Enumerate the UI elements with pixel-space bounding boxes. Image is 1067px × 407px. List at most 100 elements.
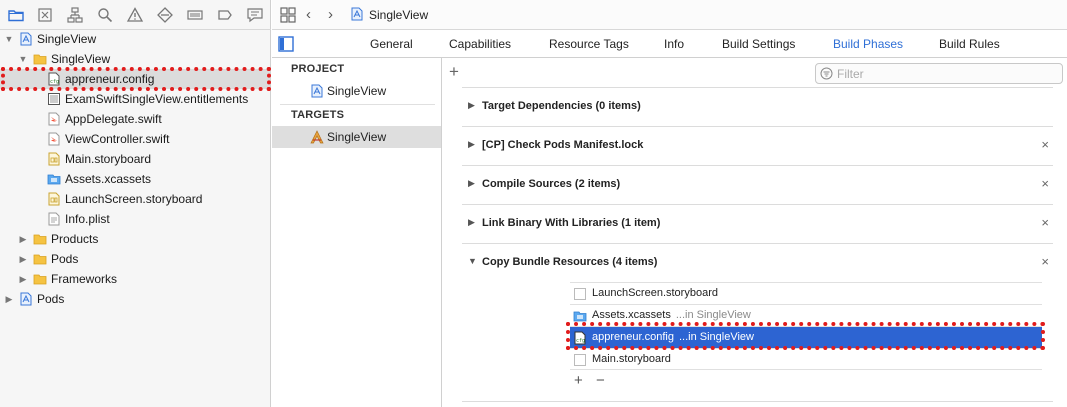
tree-item-label: AppDelegate.swift	[65, 112, 162, 126]
disclosure-collapsed-icon[interactable]: ▶	[468, 217, 475, 228]
tab-build-phases[interactable]: Build Phases	[833, 37, 903, 51]
tree-item-label: Pods	[51, 252, 79, 266]
add-resource-button[interactable]: +	[574, 372, 583, 389]
storyboard-icon	[47, 192, 61, 206]
disclosure-expanded-icon[interactable]: ▼	[18, 49, 28, 69]
project-item[interactable]: SingleView	[272, 80, 441, 102]
divider	[280, 104, 435, 105]
add-phase-button[interactable]: +	[449, 62, 459, 82]
navigator-toolbar	[0, 0, 271, 30]
resource-row[interactable]: cfg appreneur.config ...in SingleView	[570, 326, 1042, 348]
tab-info[interactable]: Info	[664, 37, 684, 51]
filter-input[interactable]: Filter	[815, 63, 1063, 84]
tree-item-group[interactable]: ▼ SingleView	[0, 49, 270, 69]
project-icon	[310, 84, 324, 98]
breakpoint-icon[interactable]	[216, 6, 234, 24]
jump-bar: ‹ › SingleView	[272, 0, 1067, 30]
phase-title: Copy Bundle Resources (4 items)	[482, 256, 658, 268]
phase-check-pods-manifest[interactable]: ▶ [CP] Check Pods Manifest.lock ×	[462, 126, 1053, 165]
divider	[462, 401, 1053, 402]
resource-name: Main.storyboard	[592, 353, 671, 365]
resource-name: LaunchScreen.storyboard	[592, 287, 718, 299]
disclosure-collapsed-icon[interactable]: ▶	[468, 139, 475, 150]
tree-item-label: LaunchScreen.storyboard	[65, 192, 203, 206]
sidebar-toggle-icon[interactable]	[278, 36, 294, 52]
target-item[interactable]: SingleView	[272, 126, 441, 148]
tree-item-label: SingleView	[51, 52, 111, 66]
disclosure-collapsed-icon[interactable]: ▶	[468, 178, 475, 189]
target-item-label: SingleView	[327, 130, 387, 144]
targets-list: PROJECT SingleView TARGETS SingleView	[272, 58, 442, 407]
tree-item-file[interactable]: ExamSwiftSingleView.entitlements	[0, 89, 270, 109]
disclosure-collapsed-icon[interactable]: ▶	[468, 100, 475, 111]
project-navigator: ▼ SingleView ▼ SingleView cfg appreneur.…	[0, 0, 271, 407]
disclosure-expanded-icon[interactable]: ▼	[468, 256, 477, 266]
tree-item-group[interactable]: ▶ Pods	[0, 249, 270, 269]
disclosure-expanded-icon[interactable]: ▼	[4, 29, 14, 49]
project-icon	[19, 32, 33, 46]
phase-title: [CP] Check Pods Manifest.lock	[482, 139, 644, 151]
tree-item-label: appreneur.config	[65, 72, 155, 86]
test-icon[interactable]	[156, 6, 174, 24]
tab-resource-tags[interactable]: Resource Tags	[549, 37, 629, 51]
disclosure-collapsed-icon[interactable]: ▶	[4, 289, 14, 309]
report-icon[interactable]	[246, 6, 264, 24]
phase-target-dependencies[interactable]: ▶ Target Dependencies (0 items)	[462, 87, 1053, 126]
entitlements-icon	[47, 92, 61, 106]
phase-title: Target Dependencies (0 items)	[482, 100, 641, 112]
folder-icon[interactable]	[7, 6, 25, 24]
grid-icon[interactable]	[280, 7, 296, 23]
filter-placeholder: Filter	[837, 67, 864, 81]
app-target-icon	[310, 130, 324, 144]
disclosure-collapsed-icon[interactable]: ▶	[18, 229, 28, 249]
remove-phase-button[interactable]: ×	[1041, 215, 1049, 230]
debug-icon[interactable]	[186, 6, 204, 24]
folder-icon	[33, 232, 47, 246]
tree-item-group[interactable]: ▶ Products	[0, 229, 270, 249]
tree-item-label: Products	[51, 232, 99, 246]
remove-resource-button[interactable]: −	[596, 372, 605, 389]
storyboard-icon	[47, 152, 61, 166]
targets-section-header: TARGETS	[291, 109, 345, 121]
remove-phase-button[interactable]: ×	[1041, 254, 1049, 269]
swift-icon	[47, 112, 61, 126]
phase-title: Link Binary With Libraries (1 item)	[482, 217, 661, 229]
tab-capabilities[interactable]: Capabilities	[449, 37, 511, 51]
disclosure-collapsed-icon[interactable]: ▶	[18, 269, 28, 289]
project-icon	[19, 292, 33, 306]
remove-phase-button[interactable]: ×	[1041, 176, 1049, 191]
phase-link-binary[interactable]: ▶ Link Binary With Libraries (1 item) ×	[462, 204, 1053, 243]
forward-arrow-icon[interactable]: ›	[328, 6, 333, 23]
tree-item-file[interactable]: Main.storyboard	[0, 149, 270, 169]
swift-icon	[47, 132, 61, 146]
tab-general[interactable]: General	[370, 37, 413, 51]
source-control-icon[interactable]	[36, 6, 54, 24]
search-icon[interactable]	[96, 6, 114, 24]
config-icon: cfg	[47, 72, 61, 86]
tree-item-file[interactable]: Info.plist	[0, 209, 270, 229]
resource-row[interactable]: LaunchScreen.storyboard	[570, 282, 1042, 304]
tree-item-label: Assets.xcassets	[65, 172, 152, 186]
phase-compile-sources[interactable]: ▶ Compile Sources (2 items) ×	[462, 165, 1053, 204]
tab-build-rules[interactable]: Build Rules	[939, 37, 1000, 51]
tree-item-project[interactable]: ▼ SingleView	[0, 29, 270, 49]
back-arrow-icon[interactable]: ‹	[306, 6, 311, 23]
tree-item-project[interactable]: ▶ Pods	[0, 289, 270, 309]
warning-icon[interactable]	[126, 6, 144, 24]
disclosure-collapsed-icon[interactable]: ▶	[18, 249, 28, 269]
tree-item-label: SingleView	[37, 32, 97, 46]
tree-item-file[interactable]: Assets.xcassets	[0, 169, 270, 189]
resource-row[interactable]: Main.storyboard	[570, 348, 1042, 370]
tree-item-group[interactable]: ▶ Frameworks	[0, 269, 270, 289]
jump-bar-file-name[interactable]: SingleView	[369, 8, 428, 22]
remove-phase-button[interactable]: ×	[1041, 137, 1049, 152]
assets-icon	[47, 172, 61, 186]
hierarchy-icon[interactable]	[66, 6, 84, 24]
tree-item-file[interactable]: LaunchScreen.storyboard	[0, 189, 270, 209]
project-section-header: PROJECT	[291, 63, 345, 75]
resource-row[interactable]: Assets.xcassets ...in SingleView	[570, 304, 1042, 326]
tab-build-settings[interactable]: Build Settings	[722, 37, 795, 51]
tree-item-file[interactable]: AppDelegate.swift	[0, 109, 270, 129]
tree-item-file[interactable]: ViewController.swift	[0, 129, 270, 149]
tree-item-file[interactable]: cfg appreneur.config	[0, 69, 270, 89]
